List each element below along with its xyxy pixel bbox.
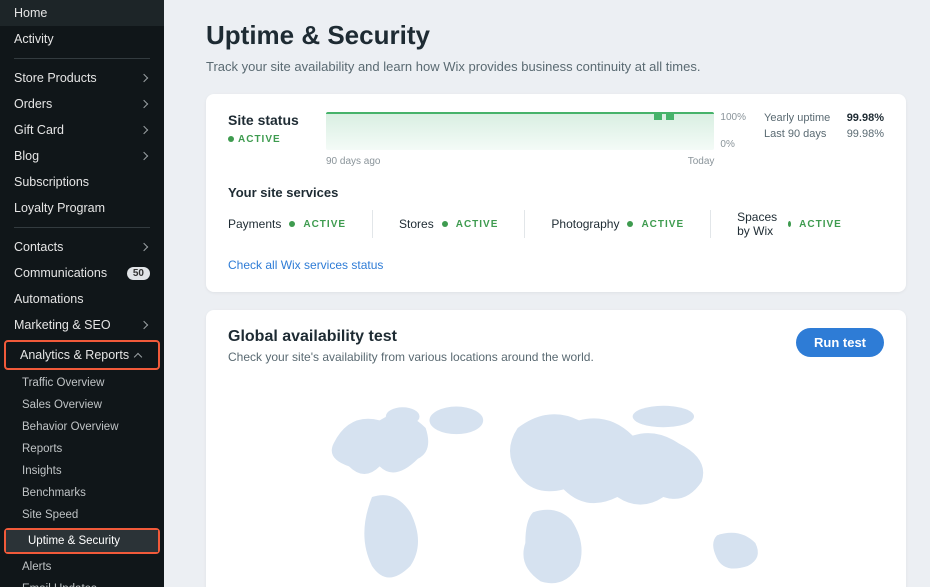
sidebar-subitem-alerts[interactable]: Alerts [0,556,164,578]
last90-label: Last 90 days [764,128,826,140]
yearly-uptime-label: Yearly uptime [764,112,830,124]
sidebar-item-label: Loyalty Program [14,201,105,215]
uptime-chart [326,112,714,150]
services-title: Your site services [228,185,884,200]
sidebar-item-analytics-reports[interactable]: Analytics & Reports [6,342,158,368]
highlight-box: Analytics & Reports [4,340,160,370]
status-dot-icon [788,221,791,227]
sidebar-subitem-email-updates[interactable]: Email Updates [0,578,164,587]
sidebar-subitem-benchmarks[interactable]: Benchmarks [0,482,164,504]
availability-title: Global availability test [228,328,594,346]
sidebar-item-automations[interactable]: Automations [0,286,164,312]
yearly-uptime-value: 99.98% [847,112,884,124]
chevron-up-icon [134,350,144,360]
site-status-state-label: ACTIVE [238,134,281,145]
sidebar-subitem-insights[interactable]: Insights [0,460,164,482]
sidebar-separator [14,58,150,59]
uptime-stats: Yearly uptime 99.98% Last 90 days 99.98% [764,112,884,144]
sidebar-item-label: Orders [14,97,52,111]
chart-x-end: Today [688,156,715,167]
service-state: ACTIVE [456,219,499,230]
world-map-icon [228,382,884,587]
chevron-right-icon [140,320,150,330]
sidebar: Home Activity Store Products Orders Gift… [0,0,164,587]
service-name: Payments [228,217,281,231]
sidebar-separator [14,227,150,228]
global-availability-card: Global availability test Check your site… [206,310,906,587]
sidebar-item-label: Activity [14,32,54,46]
sidebar-item-home[interactable]: Home [0,0,164,26]
chevron-right-icon [140,125,150,135]
sidebar-item-label: Marketing & SEO [14,318,111,332]
chart-y-min: 0% [720,139,746,150]
notification-badge: 50 [127,267,150,280]
service-stores: Stores ACTIVE [399,210,525,238]
chart-x-start: 90 days ago [326,156,381,167]
sidebar-item-label: Analytics & Reports [20,348,129,362]
sidebar-subitem-uptime-security[interactable]: Uptime & Security [6,530,158,552]
service-photography: Photography ACTIVE [551,210,711,238]
page-title: Uptime & Security [206,20,906,51]
chart-y-max: 100% [720,112,746,123]
sidebar-item-label: Blog [14,149,39,163]
service-name: Photography [551,217,619,231]
service-name: Stores [399,217,434,231]
sidebar-subitem-site-speed[interactable]: Site Speed [0,504,164,526]
service-name: Spaces by Wix [737,210,780,238]
sidebar-item-label: Store Products [14,71,97,85]
sidebar-item-gift-card[interactable]: Gift Card [0,117,164,143]
site-status-title: Site status [228,112,308,128]
sidebar-item-communications[interactable]: Communications 50 [0,260,164,286]
sidebar-subitem-traffic-overview[interactable]: Traffic Overview [0,372,164,394]
service-state: ACTIVE [303,219,346,230]
availability-subtitle: Check your site's availability from vari… [228,350,594,364]
chevron-right-icon [140,99,150,109]
sidebar-item-orders[interactable]: Orders [0,91,164,117]
page-subtitle: Track your site availability and learn h… [206,59,906,74]
sidebar-item-marketing-seo[interactable]: Marketing & SEO [0,312,164,338]
services-list: Payments ACTIVE Stores ACTIVE Photography A… [228,210,884,238]
check-all-services-link[interactable]: Check all Wix services status [228,258,383,272]
sidebar-subitem-sales-overview[interactable]: Sales Overview [0,394,164,416]
run-test-button[interactable]: Run test [796,328,884,357]
chevron-right-icon [140,73,150,83]
sidebar-item-label: Communications [14,266,107,280]
sidebar-item-subscriptions[interactable]: Subscriptions [0,169,164,195]
status-dot-icon [627,221,633,227]
last90-value: 99.98% [847,128,884,140]
sidebar-subitem-reports[interactable]: Reports [0,438,164,460]
sidebar-item-label: Home [14,6,47,20]
sidebar-item-label: Contacts [14,240,63,254]
service-payments: Payments ACTIVE [228,210,373,238]
main-content: Uptime & Security Track your site availa… [164,0,930,587]
world-map [228,382,884,587]
status-dot-icon [228,136,234,142]
sidebar-item-label: Subscriptions [14,175,89,189]
highlight-box: Uptime & Security [4,528,160,554]
chevron-right-icon [140,242,150,252]
sidebar-item-activity[interactable]: Activity [0,26,164,52]
site-status-card: Site status ACTIVE 90 days ago Today 100… [206,94,906,292]
sidebar-item-store-products[interactable]: Store Products [0,65,164,91]
sidebar-subitem-behavior-overview[interactable]: Behavior Overview [0,416,164,438]
status-dot-icon [289,221,295,227]
sidebar-item-contacts[interactable]: Contacts [0,234,164,260]
sidebar-item-loyalty-program[interactable]: Loyalty Program [0,195,164,221]
service-spaces-by-wix: Spaces by Wix ACTIVE [737,210,868,238]
sidebar-item-label: Automations [14,292,83,306]
sidebar-item-label: Gift Card [14,123,64,137]
sidebar-item-blog[interactable]: Blog [0,143,164,169]
status-dot-icon [442,221,448,227]
site-status-state: ACTIVE [228,134,308,145]
service-state: ACTIVE [641,219,684,230]
service-state: ACTIVE [799,219,842,230]
chevron-right-icon [140,151,150,161]
